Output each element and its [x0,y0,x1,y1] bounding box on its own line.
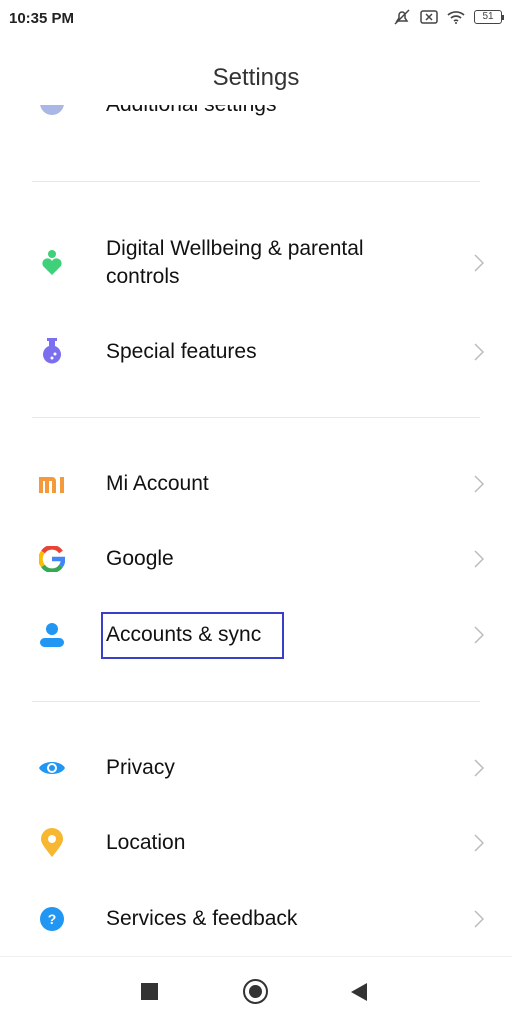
chevron-right-icon [474,254,484,272]
settings-item-special-features[interactable]: Special features [0,317,512,387]
divider [32,417,480,418]
item-label: Additional settings [106,105,276,117]
divider [32,701,480,702]
chevron-right-icon [474,834,484,852]
google-icon [38,545,66,573]
item-label: Special features [106,340,257,363]
highlight-box [101,612,284,659]
mi-logo-icon [38,470,66,498]
wifi-icon [447,11,465,24]
item-label: Google [106,547,174,570]
battery-icon: 51 [474,10,504,24]
page-title: Settings [212,64,300,91]
chevron-right-icon [474,626,484,644]
settings-item-additional[interactable]: Additional settings [0,105,512,129]
help-icon: ? [38,905,66,933]
settings-item-digital-wellbeing[interactable]: Digital Wellbeing & parental controls [0,227,512,299]
item-label: Services & feedback [106,907,298,930]
more-icon [40,105,64,115]
chevron-right-icon [474,475,484,493]
chevron-right-icon [474,759,484,777]
mute-bell-icon [394,9,410,25]
item-label: Mi Account [106,472,209,495]
item-label: Digital Wellbeing & parental controls [106,237,364,288]
settings-item-google[interactable]: Google [0,524,512,594]
flask-icon [38,338,66,366]
recents-button[interactable] [141,983,158,1000]
home-button[interactable] [243,979,268,1004]
chevron-right-icon [474,343,484,361]
back-button[interactable] [350,982,368,1002]
eye-icon [38,754,66,782]
chevron-right-icon [474,550,484,568]
item-label: Location [106,831,186,854]
item-label: Privacy [106,756,175,779]
wellbeing-icon [38,249,66,277]
battery-level: 51 [474,10,502,24]
navigation-bar [0,956,512,1024]
settings-item-services-feedback[interactable]: ? Services & feedback [0,884,512,954]
settings-item-mi-account[interactable]: Mi Account [0,449,512,519]
chevron-right-icon [474,910,484,928]
person-icon [38,621,66,649]
divider [32,181,480,182]
clock: 10:35 PM [9,10,75,27]
settings-item-location[interactable]: Location [0,808,512,878]
sim-off-icon [420,10,438,24]
settings-item-privacy[interactable]: Privacy [0,733,512,803]
status-bar: 10:35 PM 51 [0,0,512,40]
svg-text:?: ? [48,911,57,927]
location-pin-icon [38,828,66,857]
